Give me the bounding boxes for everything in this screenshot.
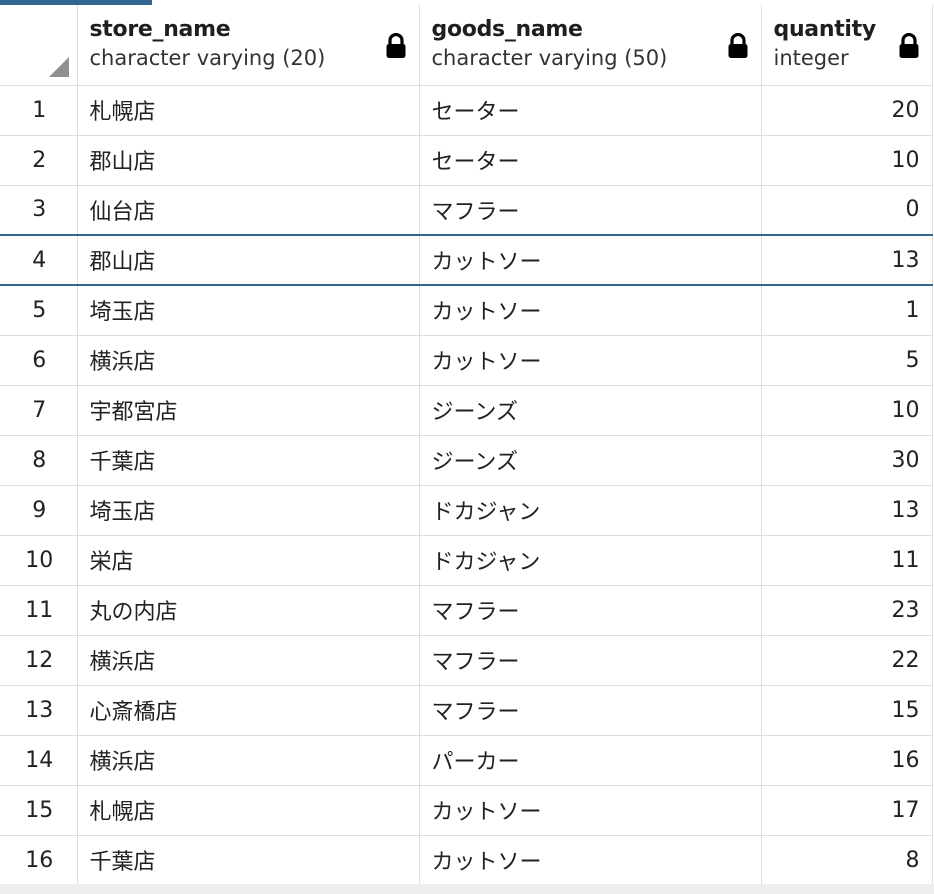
cell-store-name[interactable]: 札幌店 — [76, 785, 420, 836]
cell-quantity[interactable]: 5 — [760, 335, 933, 386]
cell-quantity[interactable]: 8 — [760, 835, 933, 886]
row-number[interactable]: 2 — [0, 135, 78, 186]
cell-goods-name[interactable]: セーター — [418, 85, 762, 136]
table-row[interactable]: 3 仙台店 マフラー 0 — [0, 185, 933, 236]
cell-store-name[interactable]: 埼玉店 — [76, 285, 420, 336]
cell-goods-name[interactable]: ジーンズ — [418, 435, 762, 486]
grid-body: 1 札幌店 セーター 20 2 郡山店 セーター 10 3 仙台店 マフラー 0… — [0, 85, 933, 886]
row-number[interactable]: 6 — [0, 335, 78, 386]
table-row[interactable]: 10 栄店 ドカジャン 11 — [0, 535, 933, 586]
cell-quantity[interactable]: 13 — [760, 234, 933, 286]
cell-store-name[interactable]: 栄店 — [76, 535, 420, 586]
table-row[interactable]: 14 横浜店 パーカー 16 — [0, 735, 933, 786]
row-number[interactable]: 11 — [0, 585, 78, 636]
table-row[interactable]: 2 郡山店 セーター 10 — [0, 135, 933, 186]
cell-store-name[interactable]: 丸の内店 — [76, 585, 420, 636]
cell-quantity[interactable]: 20 — [760, 85, 933, 136]
cell-store-name[interactable]: 宇都宮店 — [76, 385, 420, 436]
cell-quantity[interactable]: 23 — [760, 585, 933, 636]
table-row[interactable]: 11 丸の内店 マフラー 23 — [0, 585, 933, 636]
column-name: goods_name — [431, 17, 583, 42]
cell-quantity[interactable]: 0 — [760, 185, 933, 236]
column-type: character varying (20) — [89, 46, 326, 70]
cell-goods-name[interactable]: マフラー — [418, 685, 762, 736]
table-row[interactable]: 1 札幌店 セーター 20 — [0, 85, 933, 136]
lock-icon — [728, 33, 747, 58]
cell-goods-name[interactable]: セーター — [418, 135, 762, 186]
cell-goods-name[interactable]: ジーンズ — [418, 385, 762, 436]
table-row[interactable]: 15 札幌店 カットソー 17 — [0, 785, 933, 836]
cell-quantity[interactable]: 11 — [760, 535, 933, 586]
table-row[interactable]: 8 千葉店 ジーンズ 30 — [0, 435, 933, 486]
cell-quantity[interactable]: 22 — [760, 635, 933, 686]
row-number[interactable]: 1 — [0, 85, 78, 136]
row-number[interactable]: 9 — [0, 485, 78, 536]
select-all-corner-icon — [48, 56, 69, 77]
table-row[interactable]: 13 心斎橋店 マフラー 15 — [0, 685, 933, 736]
query-result-grid: store_name character varying (20) goods_… — [0, 0, 934, 894]
cell-goods-name[interactable]: マフラー — [418, 585, 762, 636]
cell-store-name[interactable]: 札幌店 — [76, 85, 420, 136]
cell-store-name[interactable]: 横浜店 — [76, 335, 420, 386]
row-number[interactable]: 4 — [0, 234, 78, 286]
row-number[interactable]: 13 — [0, 685, 78, 736]
cell-goods-name[interactable]: カットソー — [418, 234, 762, 286]
table-row[interactable]: 7 宇都宮店 ジーンズ 10 — [0, 385, 933, 436]
column-name: store_name — [89, 17, 231, 42]
column-header-goods-name[interactable]: goods_name character varying (50) — [418, 5, 762, 86]
cell-goods-name[interactable]: マフラー — [418, 635, 762, 686]
cell-store-name[interactable]: 仙台店 — [76, 185, 420, 236]
cell-goods-name[interactable]: ドカジャン — [418, 485, 762, 536]
column-header-store-name[interactable]: store_name character varying (20) — [76, 5, 420, 86]
table-row[interactable]: 12 横浜店 マフラー 22 — [0, 635, 933, 686]
cell-goods-name[interactable]: パーカー — [418, 735, 762, 786]
table-row[interactable]: 6 横浜店 カットソー 5 — [0, 335, 933, 386]
cell-quantity[interactable]: 16 — [760, 735, 933, 786]
lock-icon — [386, 33, 405, 58]
cell-store-name[interactable]: 心斎橋店 — [76, 685, 420, 736]
table-row[interactable]: 5 埼玉店 カットソー 1 — [0, 285, 933, 336]
cell-goods-name[interactable]: カットソー — [418, 785, 762, 836]
grid-footer-strip — [0, 884, 934, 894]
cell-goods-name[interactable]: ドカジャン — [418, 535, 762, 586]
cell-goods-name[interactable]: カットソー — [418, 335, 762, 386]
cell-quantity[interactable]: 1 — [760, 285, 933, 336]
header-row: store_name character varying (20) goods_… — [0, 5, 933, 86]
cell-store-name[interactable]: 千葉店 — [76, 835, 420, 886]
cell-goods-name[interactable]: マフラー — [418, 185, 762, 236]
cell-quantity[interactable]: 15 — [760, 685, 933, 736]
cell-quantity[interactable]: 13 — [760, 485, 933, 536]
row-number[interactable]: 14 — [0, 735, 78, 786]
row-number[interactable]: 7 — [0, 385, 78, 436]
column-type: character varying (50) — [431, 46, 668, 70]
row-number[interactable]: 5 — [0, 285, 78, 336]
cell-store-name[interactable]: 埼玉店 — [76, 485, 420, 536]
select-all-corner[interactable] — [0, 5, 78, 86]
row-number[interactable]: 10 — [0, 535, 78, 586]
row-number[interactable]: 15 — [0, 785, 78, 836]
cell-quantity[interactable]: 30 — [760, 435, 933, 486]
table-row[interactable]: 4 郡山店 カットソー 13 — [0, 234, 933, 286]
row-number[interactable]: 8 — [0, 435, 78, 486]
lock-icon — [899, 33, 918, 58]
cell-store-name[interactable]: 千葉店 — [76, 435, 420, 486]
cell-quantity[interactable]: 17 — [760, 785, 933, 836]
cell-quantity[interactable]: 10 — [760, 385, 933, 436]
data-output-table: store_name character varying (20) goods_… — [0, 5, 933, 886]
row-number[interactable]: 12 — [0, 635, 78, 686]
table-row[interactable]: 16 千葉店 カットソー 8 — [0, 835, 933, 886]
cell-store-name[interactable]: 横浜店 — [76, 735, 420, 786]
cell-store-name[interactable]: 横浜店 — [76, 635, 420, 686]
row-number[interactable]: 3 — [0, 185, 78, 236]
cell-quantity[interactable]: 10 — [760, 135, 933, 186]
cell-goods-name[interactable]: カットソー — [418, 835, 762, 886]
cell-goods-name[interactable]: カットソー — [418, 285, 762, 336]
table-row[interactable]: 9 埼玉店 ドカジャン 13 — [0, 485, 933, 536]
column-header-quantity[interactable]: quantity integer — [760, 5, 933, 86]
cell-store-name[interactable]: 郡山店 — [76, 234, 420, 286]
row-number[interactable]: 16 — [0, 835, 78, 886]
cell-store-name[interactable]: 郡山店 — [76, 135, 420, 186]
